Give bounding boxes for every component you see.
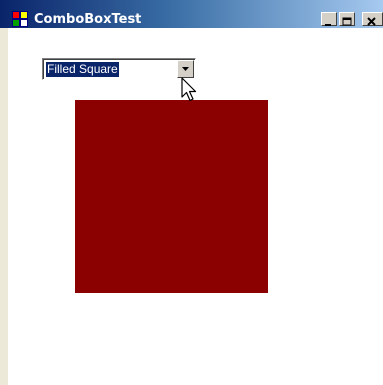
- close-button[interactable]: [362, 12, 383, 26]
- close-icon: [367, 17, 376, 26]
- combobox-dropdown-button[interactable]: [177, 60, 194, 78]
- minimize-icon: [325, 24, 331, 26]
- shape-combobox[interactable]: Filled Square: [42, 58, 196, 80]
- window-left-border: [0, 28, 8, 385]
- chevron-down-icon: [182, 67, 189, 71]
- mouse-pointer-icon: [181, 77, 197, 102]
- combobox-selected-text: Filled Square: [46, 62, 119, 77]
- minimize-button[interactable]: [321, 12, 337, 26]
- maximize-button[interactable]: [339, 12, 355, 26]
- app-icon: [12, 11, 28, 27]
- filled-square-shape: [75, 100, 268, 293]
- maximize-icon: [342, 17, 352, 26]
- application-window: ComboBoxTest Filled Square: [0, 0, 383, 385]
- title-bar[interactable]: ComboBoxTest: [0, 0, 383, 28]
- window-title: ComboBoxTest: [34, 12, 142, 27]
